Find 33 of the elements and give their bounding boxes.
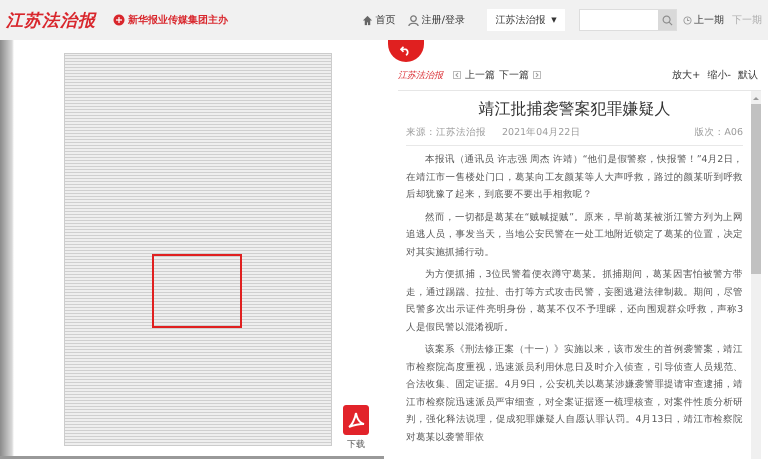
right-arrow-icon[interactable] xyxy=(533,71,541,79)
left-arrow-icon[interactable] xyxy=(453,71,461,79)
home-icon xyxy=(362,14,373,26)
pdf-icon[interactable] xyxy=(343,405,369,435)
newspaper-logo: 江苏法治报 xyxy=(398,70,443,82)
search-icon[interactable] xyxy=(662,14,672,26)
back-button[interactable] xyxy=(388,40,424,62)
default-size-link[interactable]: 默认 xyxy=(738,68,758,82)
scroll-up-icon[interactable] xyxy=(753,97,759,100)
previous-article-link[interactable]: 上一篇 xyxy=(465,68,495,82)
user-icon xyxy=(408,14,419,26)
previous-issue-link[interactable]: 上一期 xyxy=(683,13,724,27)
edition-text: 版次：A06 xyxy=(694,126,743,139)
next-article-link[interactable]: 下一篇 xyxy=(499,68,529,82)
article-paragraph: 然而，一切都是葛某在“贼喊捉贼”。原来，早前葛某被浙江警方列为上网追逃人员，事发当天，当地公安民警在一处工地附近锁定了葛某的位置，决定对其实施抓捕行动。 xyxy=(406,210,743,260)
search-field[interactable] xyxy=(579,9,677,31)
newspaper-logo[interactable]: 江苏法治报 xyxy=(6,8,96,32)
clock-icon xyxy=(683,16,692,24)
login-link[interactable]: 注册/登录 xyxy=(408,13,465,27)
source-text: 来源：江苏法治报 xyxy=(406,126,486,139)
article-paragraph: 该案系《刑法修正案（十一）》实施以来，该市发生的首例袭警案，靖江市检察院高度重视，迅速派员利用休息日及时介入侦查，引导侦查人员规范、合法收集、固定证据。4月9日，公安机关以葛某涉嫌袭警罪提请审查逮捕，靖江市检察院迅速派员严审细查，对全案证据逐一梳理核查，对案件性质分析研判，强化释法说理，促成犯罪嫌疑人自愿认罪认罚。4月13日，靖江市检察院对葛某以袭警罪依 xyxy=(406,343,743,444)
scrollbar[interactable] xyxy=(751,91,761,459)
zoom-out-link[interactable]: 缩小- xyxy=(707,68,731,82)
sponsor-text: 新华报业传媒集团主办 xyxy=(128,13,228,27)
home-link[interactable]: 首页 xyxy=(362,13,396,27)
highlight-frame[interactable] xyxy=(152,254,242,328)
article-paragraph: 本报讯（通讯员 许志强 周杰 许靖）“他们是假警察，快报警！”4月2日，在靖江市一售楼处门口，葛某向工友颜某等人大声呼救，路过的颜某听到呼救后却犹豫了起来，到底要不要出手相救呢？ xyxy=(406,153,743,202)
zoom-in-link[interactable]: 放大+ xyxy=(672,68,700,82)
article-title: 靖江批捕袭警案犯罪嫌疑人 xyxy=(478,98,672,120)
download-label[interactable]: 下载 xyxy=(347,438,365,451)
scrollbar-thumb[interactable] xyxy=(751,104,761,274)
date-text: 2021年04月22日 xyxy=(502,126,580,139)
article-paragraph: 为方便抓捕，3位民警着便衣蹲守葛某。抓捕期间，葛某因害怕被警方带走，通过踢踹、拉扯、击打等方式攻击民警，妄图逃避法律制裁。期间，尽管民警多次出示证件亮明身份，葛某不仅不予理睬，还向围观群众呼救，声称3人是假民警以混淆视听。 xyxy=(406,268,743,334)
